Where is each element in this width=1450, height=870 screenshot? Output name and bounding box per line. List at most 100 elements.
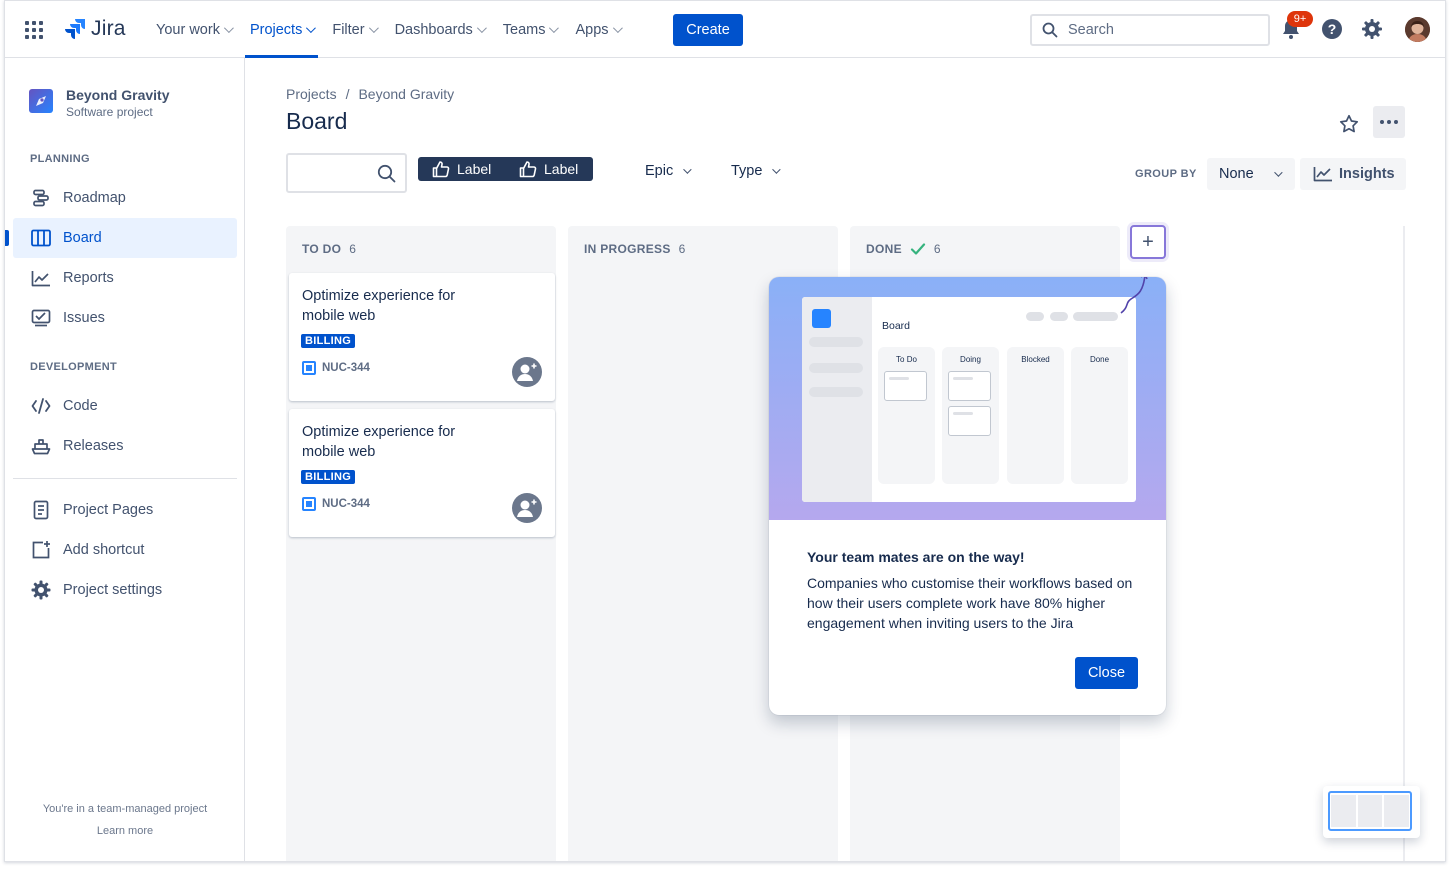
card-title: Optimize experience for mobile web — [302, 288, 456, 324]
board-column-todo: TO DO 6 Optimize experience for mobile we… — [286, 226, 556, 861]
sidebar-item-issues[interactable]: Issues — [13, 298, 237, 338]
add-column-button[interactable]: + — [1130, 225, 1166, 259]
label-filter-button[interactable]: Label — [418, 157, 509, 181]
board-search-input[interactable] — [286, 153, 407, 193]
search-placeholder: Search — [1068, 22, 1114, 38]
task-type-icon — [302, 497, 316, 511]
add-assignee-icon[interactable] — [512, 357, 542, 387]
app-switcher-icon[interactable] — [25, 21, 43, 39]
breadcrumb: Projects / Beyond Gravity — [286, 86, 454, 102]
column-header: TO DO 6 — [302, 242, 357, 256]
preview-title: Board — [882, 320, 911, 332]
issue-key: NUC-344 — [302, 497, 370, 511]
nav-projects[interactable]: Projects — [244, 1, 319, 58]
planning-section-title: PLANNING — [30, 153, 90, 165]
insights-chart-icon — [1313, 167, 1332, 182]
column-header: IN PROGRESS 6 — [584, 242, 686, 256]
chevron-down-icon — [772, 165, 782, 174]
board-minimap[interactable] — [1323, 786, 1420, 838]
epic-filter-dropdown[interactable]: Epic — [645, 163, 692, 179]
chevron-down-icon — [476, 23, 487, 34]
jira-logo-icon — [65, 17, 87, 41]
sidebar-item-project-pages[interactable]: Project Pages — [13, 490, 237, 530]
chevron-down-icon — [683, 165, 692, 174]
label-lozenge: BILLING — [301, 470, 356, 484]
minimap-viewport[interactable] — [1328, 791, 1412, 831]
thumbs-up-icon — [432, 161, 450, 178]
sidebar-item-code[interactable]: Code — [13, 386, 237, 426]
team-managed-note: You're in a team-managed project — [42, 803, 208, 815]
spotlight-illustration: Board To Do Doing Blocked Done — [769, 277, 1166, 520]
star-icon[interactable] — [1335, 110, 1363, 138]
nav-teams[interactable]: Teams — [498, 1, 562, 58]
label-filter-button[interactable]: Label — [509, 157, 593, 181]
page-icon — [31, 500, 51, 520]
chevron-down-icon — [1273, 168, 1283, 177]
search-icon — [1042, 22, 1058, 38]
sidebar-item-reports[interactable]: Reports — [13, 258, 237, 298]
releases-icon — [31, 436, 51, 456]
spotlight-title: Your team mates are on the way! — [807, 549, 1025, 565]
close-button[interactable]: Close — [1075, 657, 1138, 689]
chevron-down-icon — [549, 23, 560, 34]
notification-badge: 9+ — [1287, 11, 1313, 27]
group-by-label: GROUP BY — [1135, 168, 1197, 180]
project-type: Software project — [66, 105, 153, 119]
reports-icon — [31, 268, 51, 288]
user-avatar[interactable] — [1405, 17, 1430, 42]
sidebar-item-add-shortcut[interactable]: Add shortcut — [13, 530, 237, 570]
code-icon — [31, 396, 51, 416]
learn-more-link[interactable]: Learn more — [5, 825, 245, 837]
issue-card[interactable]: Optimize experience for mobile web BILLI… — [289, 273, 555, 401]
primary-nav: Your work Projects Filter Dashboards Tea… — [151, 1, 634, 58]
insights-button[interactable]: Insights — [1300, 158, 1406, 190]
type-filter-dropdown[interactable]: Type — [731, 163, 782, 179]
issue-card[interactable]: Optimize experience for mobile web BILLI… — [289, 409, 555, 537]
label-lozenge: BILLING — [301, 334, 356, 348]
add-shortcut-icon — [31, 540, 51, 560]
more-actions-icon[interactable] — [1373, 106, 1405, 138]
jira-logo[interactable]: Jira — [65, 17, 126, 41]
sidebar-item-board[interactable]: Board — [5, 218, 237, 258]
thumbs-up-icon — [519, 161, 537, 178]
spotlight-body: Companies who customise their workflows … — [807, 575, 1133, 631]
column-count: 6 — [349, 242, 357, 256]
add-assignee-icon[interactable] — [512, 493, 542, 523]
help-icon[interactable]: ? — [1321, 18, 1345, 42]
board-icon — [31, 228, 51, 248]
project-name[interactable]: Beyond Gravity — [66, 87, 169, 103]
search-icon — [377, 164, 396, 183]
gear-icon — [31, 580, 51, 600]
page-title: Board — [286, 108, 348, 134]
column-header: DONE 6 — [866, 242, 941, 256]
breadcrumb-projects[interactable]: Projects — [286, 86, 337, 102]
chevron-down-icon — [612, 23, 623, 34]
chevron-down-icon — [368, 23, 379, 34]
nav-filter[interactable]: Filter — [327, 1, 380, 58]
chevron-down-icon — [306, 23, 317, 34]
breadcrumb-separator: / — [345, 86, 350, 102]
jira-logo-text: Jira — [91, 17, 126, 40]
roadmap-icon — [31, 188, 51, 208]
sidebar-item-releases[interactable]: Releases — [13, 426, 237, 466]
spotlight-dialog: Board To Do Doing Blocked Done Your team… — [769, 277, 1166, 715]
nav-dashboards[interactable]: Dashboards — [390, 1, 489, 58]
done-check-icon — [910, 243, 925, 255]
pointer-arrow-icon — [1120, 277, 1148, 314]
sidebar-item-project-settings[interactable]: Project settings — [13, 570, 237, 610]
group-by-select[interactable]: None — [1207, 158, 1295, 190]
project-avatar-icon — [29, 89, 53, 113]
sidebar-item-roadmap[interactable]: Roadmap — [13, 178, 237, 218]
task-type-icon — [302, 361, 316, 375]
search-input[interactable]: Search — [1030, 14, 1270, 46]
breadcrumb-project[interactable]: Beyond Gravity — [358, 86, 454, 102]
chevron-down-icon — [223, 23, 234, 34]
column-count: 6 — [678, 242, 686, 256]
settings-gear-icon[interactable] — [1361, 18, 1385, 42]
nav-your-work[interactable]: Your work — [151, 1, 236, 58]
project-sidebar: Beyond Gravity Software project PLANNING… — [5, 58, 245, 861]
board-scroll-edge — [1403, 226, 1405, 861]
create-button[interactable]: Create — [673, 14, 743, 46]
column-count: 6 — [933, 242, 941, 256]
nav-apps[interactable]: Apps — [570, 1, 624, 58]
